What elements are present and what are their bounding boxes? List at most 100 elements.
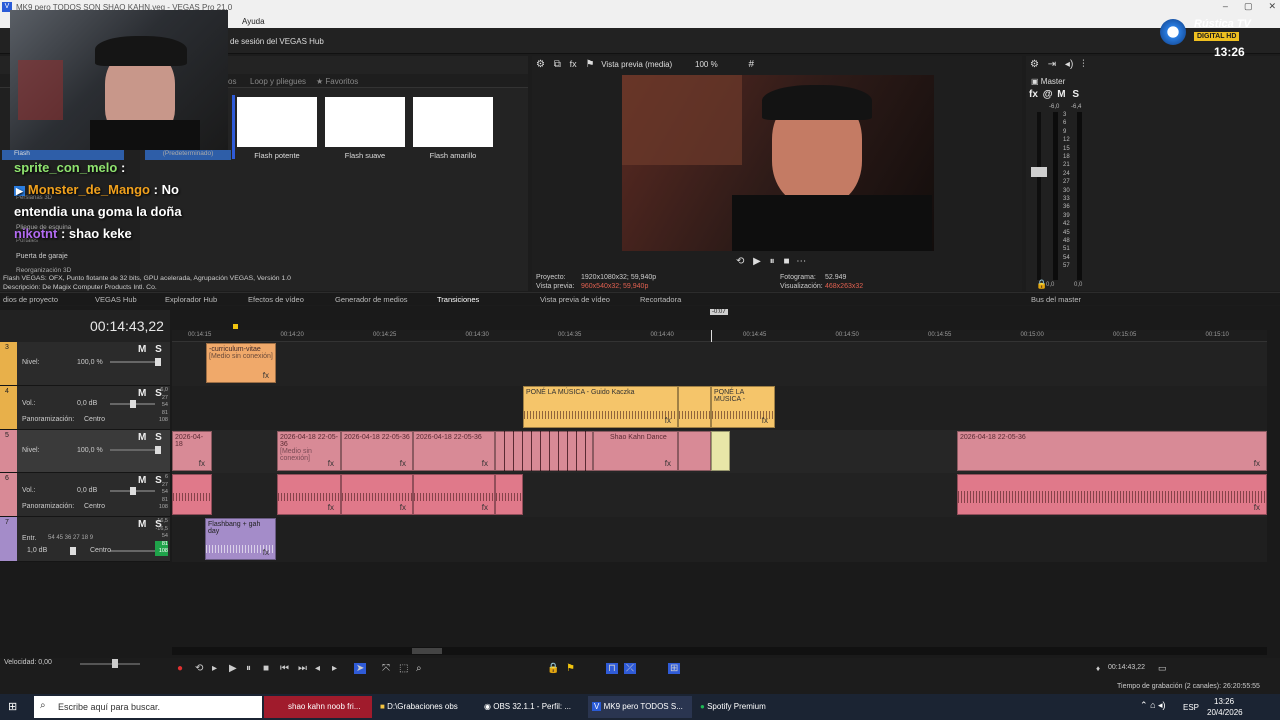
mute-button[interactable]: M bbox=[138, 388, 146, 399]
cursor-tool-icon[interactable]: ➤ bbox=[354, 663, 367, 674]
fx-icon[interactable]: fx bbox=[263, 371, 269, 380]
clip-video[interactable] bbox=[678, 431, 711, 471]
fx-icon[interactable]: fx bbox=[263, 548, 269, 557]
solo-button[interactable]: S bbox=[155, 344, 162, 355]
mute-button[interactable]: M bbox=[138, 475, 146, 486]
clip-video-selected[interactable] bbox=[711, 431, 730, 471]
track-header-5[interactable]: 5 M S Nivel: 100,0 % bbox=[0, 430, 170, 473]
list-item[interactable]: Flash bbox=[2, 150, 124, 160]
pan-value[interactable]: Centro bbox=[84, 503, 105, 510]
clip-pone-la-musica-2[interactable]: PONÉ LA MÚSICA - fx bbox=[711, 386, 775, 428]
timeline-ruler[interactable] bbox=[172, 330, 1267, 342]
track-param-value[interactable]: 100,0 % bbox=[77, 359, 103, 366]
list-item[interactable]: Reorganización 3D bbox=[16, 267, 71, 274]
track-param-value[interactable]: 100,0 % bbox=[77, 447, 103, 454]
timeline-scrollbar[interactable] bbox=[172, 647, 1267, 655]
language-indicator[interactable]: ESP bbox=[1183, 703, 1199, 712]
play-icon[interactable]: ▶ bbox=[229, 663, 237, 674]
grid-icon[interactable]: # bbox=[748, 59, 754, 70]
track-param-value[interactable]: 1,0 dB bbox=[27, 547, 47, 554]
play-from-start-icon[interactable]: ▸ bbox=[212, 663, 217, 674]
taskbar-item-browser[interactable]: shao kahn noob fri... bbox=[264, 696, 372, 718]
play-icon[interactable]: ▶ bbox=[753, 256, 761, 267]
speed-slider[interactable] bbox=[80, 663, 140, 665]
speed-slider-handle[interactable] bbox=[112, 659, 118, 668]
clip-audio[interactable]: fx bbox=[413, 474, 495, 515]
clip-video[interactable]: 2026-04-18 22-05-36 fx bbox=[957, 431, 1267, 471]
hub-session-text[interactable]: de sesión del VEGAS Hub bbox=[230, 37, 324, 46]
fx-icon[interactable]: fx bbox=[1254, 503, 1260, 512]
network-icon[interactable]: ⌂ bbox=[1150, 700, 1155, 710]
track-slider[interactable] bbox=[110, 361, 155, 363]
snap-icon[interactable]: ⊓ bbox=[606, 663, 618, 674]
track-header-7[interactable]: 7M S Entr. 1,0 dB Centro 54 45 36 27 18 9 -16… bbox=[0, 517, 170, 562]
track-param-value[interactable]: 0,0 dB bbox=[77, 400, 97, 407]
list-item[interactable]: Puerta de garaje bbox=[16, 253, 68, 260]
tab-media-generators[interactable]: Generador de medios bbox=[335, 295, 408, 304]
record-icon[interactable]: ● bbox=[177, 663, 183, 674]
windows-start-icon[interactable]: ⊞ bbox=[8, 700, 17, 713]
track-header-4[interactable]: 4M S Vol.: 0,0 dB Panoramización: Centro -6,0… bbox=[0, 386, 170, 430]
fx-icon[interactable]: fx bbox=[400, 459, 406, 468]
fx-icon[interactable]: fx bbox=[665, 459, 671, 468]
minimize-button[interactable]: – bbox=[1223, 1, 1228, 12]
envelope-tool-icon[interactable]: ⤧ bbox=[382, 663, 390, 674]
menu-help[interactable]: Ayuda bbox=[242, 17, 265, 26]
track-param-value[interactable]: 0,0 dB bbox=[77, 487, 97, 494]
master-fader-handle[interactable] bbox=[1031, 167, 1047, 177]
fx-icon[interactable]: fx bbox=[482, 459, 488, 468]
loop-icon[interactable]: ⟲ bbox=[195, 663, 203, 674]
selection-tool-icon[interactable]: ⬚ bbox=[399, 663, 408, 674]
fx-icon[interactable]: fx bbox=[328, 503, 334, 512]
pan-value[interactable]: Centro bbox=[84, 416, 105, 423]
fx-button[interactable]: fx bbox=[570, 59, 577, 69]
clip-audio[interactable]: fx bbox=[957, 474, 1267, 515]
track-slider[interactable] bbox=[110, 449, 155, 451]
volume-icon[interactable]: ◂) bbox=[1158, 700, 1166, 710]
lane-track-7[interactable] bbox=[172, 517, 1267, 562]
maximize-button[interactable]: ▢ bbox=[1244, 1, 1253, 12]
lane-track-3[interactable] bbox=[172, 342, 1267, 386]
pause-icon[interactable]: ⏸ bbox=[770, 256, 775, 267]
taskbar-item-explorer[interactable]: ■ D:\Grabaciones obs bbox=[376, 696, 476, 718]
track-slider[interactable] bbox=[110, 550, 155, 552]
prev-frame-icon[interactable]: ◂ bbox=[315, 663, 320, 674]
lock-icon[interactable]: 🔒 bbox=[547, 663, 559, 674]
clip-video-cuts[interactable] bbox=[495, 431, 593, 471]
tab-effects-partial[interactable]: os bbox=[228, 77, 236, 86]
track-slider-handle[interactable] bbox=[155, 358, 161, 366]
taskbar-item-obs[interactable]: ◉ OBS 32.1.1 - Perfil: ... bbox=[480, 696, 584, 718]
auto-crossfade-icon[interactable]: ⤫ bbox=[624, 663, 636, 674]
next-frame-icon[interactable]: ▸ bbox=[332, 663, 337, 674]
clip-video[interactable]: 2026-04-18 22-05-36 fx bbox=[413, 431, 495, 471]
go-start-icon[interactable]: ⏮ bbox=[280, 663, 289, 674]
fx-icon[interactable]: fx bbox=[400, 503, 406, 512]
clip-audio[interactable] bbox=[172, 474, 212, 515]
marker-icon[interactable]: ⚑ bbox=[566, 663, 575, 674]
loop-icon[interactable]: ⟲ bbox=[736, 256, 744, 267]
zoom-select[interactable]: 100 % bbox=[695, 60, 718, 69]
tab-hub-explorer[interactable]: Explorador Hub bbox=[165, 295, 217, 304]
transition-tile-flash-suave[interactable] bbox=[325, 97, 405, 147]
clip-audio[interactable]: fx bbox=[341, 474, 413, 515]
clip-audio[interactable] bbox=[495, 474, 523, 515]
marker-icon[interactable] bbox=[233, 324, 238, 329]
fx-icon[interactable]: fx bbox=[482, 503, 488, 512]
tab-transitions[interactable]: Transiciones bbox=[437, 295, 479, 304]
clip-pone-segment[interactable] bbox=[678, 386, 711, 428]
search-box[interactable]: ⌕ Escribe aquí para buscar. bbox=[34, 696, 262, 718]
loop-region-icon[interactable]: ▭ bbox=[1158, 663, 1167, 674]
copy-icon[interactable]: ⧉ bbox=[554, 59, 561, 70]
pause-icon[interactable]: ⏸ bbox=[246, 663, 251, 674]
fx-icon[interactable]: fx bbox=[665, 416, 671, 425]
fx-icon[interactable]: fx bbox=[199, 459, 205, 468]
stop-icon[interactable]: ■ bbox=[263, 663, 269, 674]
track-slider-handle[interactable] bbox=[155, 446, 161, 454]
clip-video[interactable]: 2026-04-18 22-05-36 [Medio sin conexión] f… bbox=[277, 431, 341, 471]
preset-default[interactable]: (Predeterminado) bbox=[145, 150, 231, 160]
ripple-icon[interactable]: ⊞ bbox=[668, 663, 681, 674]
taskbar-item-spotify[interactable]: ● Spotify Premium bbox=[696, 696, 800, 718]
search-input[interactable]: Escribe aquí para buscar. bbox=[58, 702, 160, 712]
track-slider-handle[interactable] bbox=[70, 547, 76, 555]
clip-audio[interactable]: fx bbox=[277, 474, 341, 515]
